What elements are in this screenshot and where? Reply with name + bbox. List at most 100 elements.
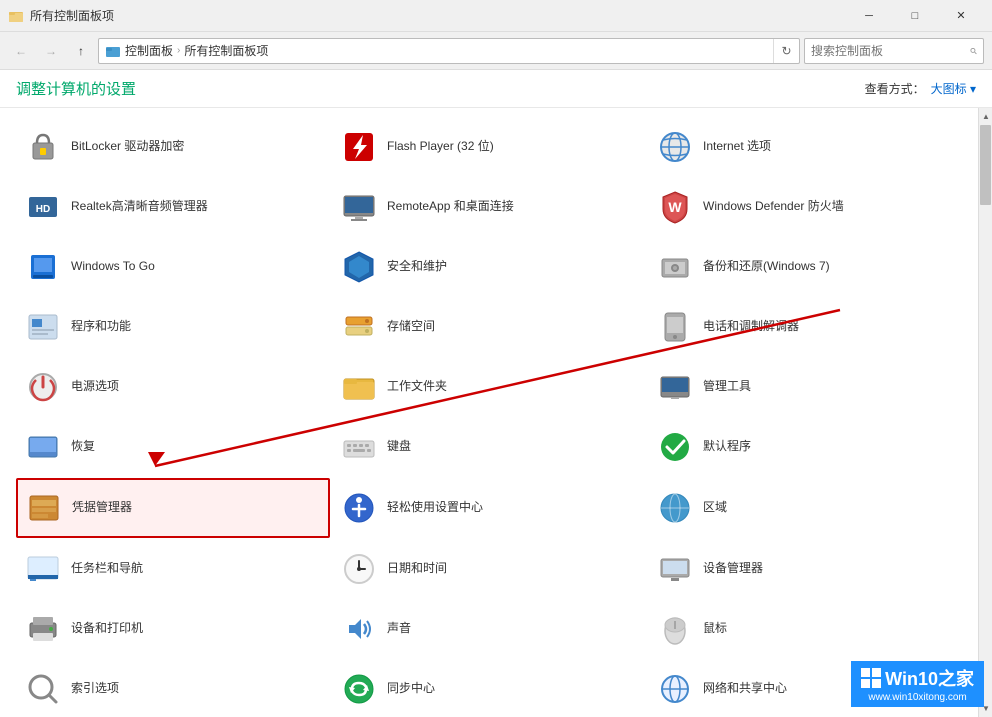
- scroll-thumb[interactable]: [980, 125, 991, 205]
- grid-item-printers[interactable]: 设备和打印机: [16, 600, 330, 658]
- grid-item-flash[interactable]: Flash Player (32 位): [332, 118, 646, 176]
- network-icon: [655, 669, 695, 709]
- forward-button[interactable]: →: [38, 38, 64, 64]
- easyaccess-label: 轻松使用设置中心: [387, 500, 483, 516]
- mouse-icon: [655, 609, 695, 649]
- grid-item-phone[interactable]: 电话和调制解调器: [648, 298, 962, 356]
- watermark-brand: Win10之家: [885, 665, 974, 691]
- region-label: 区域: [703, 500, 727, 516]
- remoteapp-icon: [339, 187, 379, 227]
- printers-icon: [23, 609, 63, 649]
- grid-item-bitlocker[interactable]: BitLocker 驱动器加密: [16, 118, 330, 176]
- grid-item-storage[interactable]: 存储空间: [332, 298, 646, 356]
- programs-label: 程序和功能: [71, 319, 131, 335]
- grid-item-taskbar[interactable]: 任务栏和导航: [16, 540, 330, 598]
- page-title: 调整计算机的设置: [16, 78, 136, 99]
- default-icon: [655, 427, 695, 467]
- grid-item-keyboard[interactable]: 键盘: [332, 418, 646, 476]
- sync-icon: [339, 669, 379, 709]
- bitlocker-label: BitLocker 驱动器加密: [71, 139, 184, 155]
- refresh-button[interactable]: ↻: [773, 38, 799, 64]
- flash-label: Flash Player (32 位): [387, 139, 494, 155]
- minimize-button[interactable]: ─: [846, 0, 892, 32]
- grid-item-defender[interactable]: W Windows Defender 防火墙: [648, 178, 962, 236]
- recovery-label: 恢复: [71, 439, 95, 455]
- programs-icon: [23, 307, 63, 347]
- tools-icon: [655, 367, 695, 407]
- breadcrumb-current: 所有控制面板项: [184, 42, 268, 59]
- up-button[interactable]: ↑: [68, 38, 94, 64]
- datetime-icon: [339, 549, 379, 589]
- grid-item-tools[interactable]: 管理工具: [648, 358, 962, 416]
- content-area: 调整计算机的设置 查看方式： 大图标 ▾ BitLocker 驱动器加密 Flas…: [0, 70, 992, 717]
- window-title: 所有控制面板项: [30, 7, 114, 24]
- grid-item-internet[interactable]: Internet 选项: [648, 118, 962, 176]
- workfolder-label: 工作文件夹: [387, 379, 447, 395]
- watermark-logo: Win10之家: [861, 665, 974, 691]
- storage-label: 存储空间: [387, 319, 435, 335]
- keyboard-label: 键盘: [387, 439, 411, 455]
- devices-label: 设备管理器: [703, 561, 763, 577]
- grid-item-datetime[interactable]: 日期和时间: [332, 540, 646, 598]
- windows-logo-icon: [861, 668, 881, 688]
- windowstogo-icon: [23, 247, 63, 287]
- realtek-label: Realtek高清晰音频管理器: [71, 199, 208, 215]
- flash-icon: [339, 127, 379, 167]
- title-bar: 所有控制面板项 ─ □ ✕: [0, 0, 992, 32]
- grid-item-credentials[interactable]: 凭据管理器: [16, 478, 330, 538]
- grid-item-index[interactable]: 索引选项: [16, 660, 330, 717]
- power-icon: [23, 367, 63, 407]
- grid-item-recovery[interactable]: 恢复: [16, 418, 330, 476]
- back-button[interactable]: ←: [8, 38, 34, 64]
- grid-item-programs[interactable]: 程序和功能: [16, 298, 330, 356]
- phone-icon: [655, 307, 695, 347]
- recovery-icon: [23, 427, 63, 467]
- view-options: 查看方式： 大图标 ▾: [865, 80, 976, 97]
- watermark-url: www.win10xitong.com: [868, 692, 966, 703]
- index-label: 索引选项: [71, 681, 119, 697]
- security-label: 安全和维护: [387, 259, 447, 275]
- search-input[interactable]: [811, 44, 966, 58]
- view-toggle[interactable]: 大图标 ▾: [931, 80, 976, 97]
- grid-item-realtek[interactable]: HDRealtek高清晰音频管理器: [16, 178, 330, 236]
- internet-label: Internet 选项: [703, 139, 771, 155]
- grid-item-region[interactable]: 区域: [648, 478, 962, 538]
- taskbar-label: 任务栏和导航: [71, 561, 143, 577]
- scroll-up-button[interactable]: ▲: [979, 108, 992, 125]
- grid-item-sync[interactable]: 同步中心: [332, 660, 646, 717]
- grid-item-power[interactable]: 电源选项: [16, 358, 330, 416]
- grid-item-remoteapp[interactable]: RemoteApp 和桌面连接: [332, 178, 646, 236]
- grid-item-windowstogo[interactable]: Windows To Go: [16, 238, 330, 296]
- grid-item-devices[interactable]: 设备管理器: [648, 540, 962, 598]
- security-icon: [339, 247, 379, 287]
- content-header: 调整计算机的设置 查看方式： 大图标 ▾: [0, 70, 992, 108]
- items-grid: BitLocker 驱动器加密 Flash Player (32 位) Intern…: [0, 108, 978, 717]
- grid-item-security[interactable]: 安全和维护: [332, 238, 646, 296]
- sound-icon: [339, 609, 379, 649]
- search-bar[interactable]: [804, 38, 984, 64]
- grid-item-sound[interactable]: 声音: [332, 600, 646, 658]
- close-button[interactable]: ✕: [938, 0, 984, 32]
- grid-item-backup[interactable]: 备份和还原(Windows 7): [648, 238, 962, 296]
- power-label: 电源选项: [71, 379, 119, 395]
- remoteapp-label: RemoteApp 和桌面连接: [387, 199, 514, 215]
- scrollbar[interactable]: ▲ ▼: [978, 108, 992, 717]
- default-label: 默认程序: [703, 439, 751, 455]
- sync-label: 同步中心: [387, 681, 435, 697]
- items-container: BitLocker 驱动器加密 Flash Player (32 位) Intern…: [0, 108, 992, 717]
- tools-label: 管理工具: [703, 379, 751, 395]
- defender-icon: W: [655, 187, 695, 227]
- svg-text:W: W: [668, 199, 682, 215]
- defender-label: Windows Defender 防火墙: [703, 199, 844, 215]
- datetime-label: 日期和时间: [387, 561, 447, 577]
- scroll-track[interactable]: [979, 125, 992, 700]
- grid-item-mouse[interactable]: 鼠标: [648, 600, 962, 658]
- grid-item-workfolder[interactable]: 工作文件夹: [332, 358, 646, 416]
- credentials-icon: [24, 488, 64, 528]
- maximize-button[interactable]: □: [892, 0, 938, 32]
- sound-label: 声音: [387, 621, 411, 637]
- breadcrumb-separator: ›: [177, 45, 180, 56]
- address-bar[interactable]: 控制面板 › 所有控制面板项 ↻: [98, 38, 800, 64]
- grid-item-default[interactable]: 默认程序: [648, 418, 962, 476]
- grid-item-easyaccess[interactable]: 轻松使用设置中心: [332, 478, 646, 538]
